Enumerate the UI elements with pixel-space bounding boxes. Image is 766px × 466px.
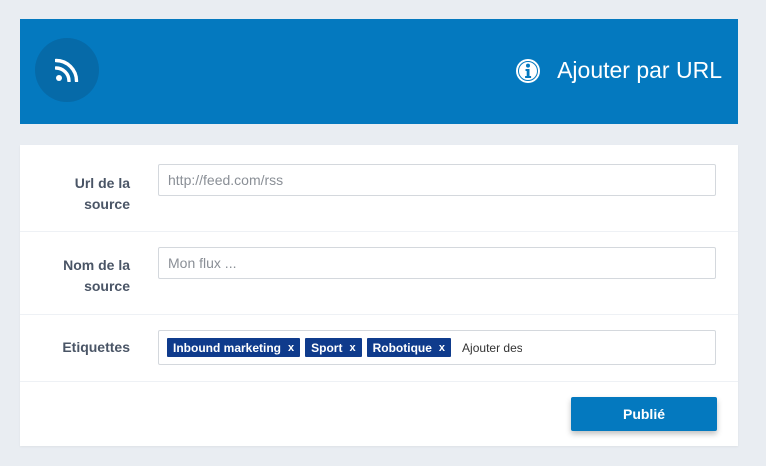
rss-badge xyxy=(35,38,99,102)
tag-label: Sport xyxy=(311,340,343,355)
header-banner: Ajouter par URL xyxy=(20,19,738,124)
tags-input-box[interactable]: Inbound marketing x Sport x Robotique x xyxy=(158,330,716,365)
url-row: Url de la source xyxy=(20,145,738,232)
page-title: Ajouter par URL xyxy=(557,57,722,83)
url-input[interactable] xyxy=(158,164,716,196)
header-title-group: Ajouter par URL xyxy=(515,57,722,84)
info-icon[interactable] xyxy=(515,58,541,84)
tags-label: Etiquettes xyxy=(62,339,130,355)
tag-chip: Sport x xyxy=(305,338,362,357)
publish-button[interactable]: Publié xyxy=(571,397,717,431)
name-label: Nom de la source xyxy=(63,257,130,294)
tag-chip: Robotique x xyxy=(366,338,452,357)
url-label: Url de la source xyxy=(74,175,130,212)
name-row: Nom de la source xyxy=(20,231,738,315)
add-tag-input[interactable] xyxy=(456,340,523,355)
tag-chip: Inbound marketing x xyxy=(167,338,301,357)
tag-label: Inbound marketing xyxy=(173,340,281,355)
tag-remove-icon[interactable]: x xyxy=(288,342,294,354)
tag-remove-icon[interactable]: x xyxy=(439,342,445,354)
tag-label: Robotique xyxy=(372,340,432,355)
form-card: Url de la source Nom de la source Etique… xyxy=(20,145,738,446)
tag-remove-icon[interactable]: x xyxy=(349,342,355,354)
name-input[interactable] xyxy=(158,247,716,279)
tags-row: Etiquettes Inbound marketing x Sport x R… xyxy=(20,314,738,382)
rss-icon xyxy=(55,58,79,82)
